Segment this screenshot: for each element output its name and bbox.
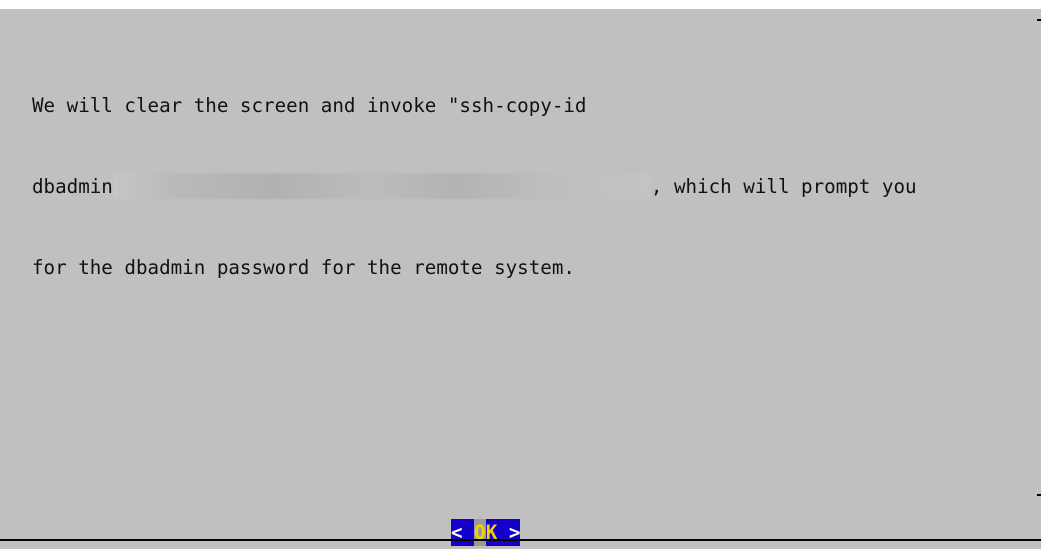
message-line-2: dbadmin , which will prompt you bbox=[32, 173, 1012, 200]
ok-button-label-o: O bbox=[474, 519, 486, 546]
dialog-corner-top-right bbox=[1037, 19, 1041, 21]
message-line-1: We will clear the screen and invoke "ssh… bbox=[32, 94, 587, 117]
ok-button[interactable]: < OK > bbox=[451, 519, 521, 546]
message-line-3: for the dbadmin password for the remote … bbox=[32, 256, 575, 279]
dialog-message: We will clear the screen and invoke "ssh… bbox=[32, 38, 1012, 335]
message-user: dbadmin bbox=[32, 175, 113, 198]
dialog-bottom-border bbox=[0, 539, 1041, 541]
message-dialog: We will clear the screen and invoke "ssh… bbox=[0, 9, 1041, 549]
ok-button-label-k: K bbox=[485, 519, 498, 546]
dialog-corner-bottom-right bbox=[1037, 494, 1041, 496]
ok-button-right-bracket: > bbox=[508, 519, 521, 546]
redacted-host-region bbox=[112, 173, 651, 199]
message-line-2-tail: , which will prompt you bbox=[650, 175, 917, 198]
ok-button-left-bracket: < bbox=[451, 519, 463, 546]
